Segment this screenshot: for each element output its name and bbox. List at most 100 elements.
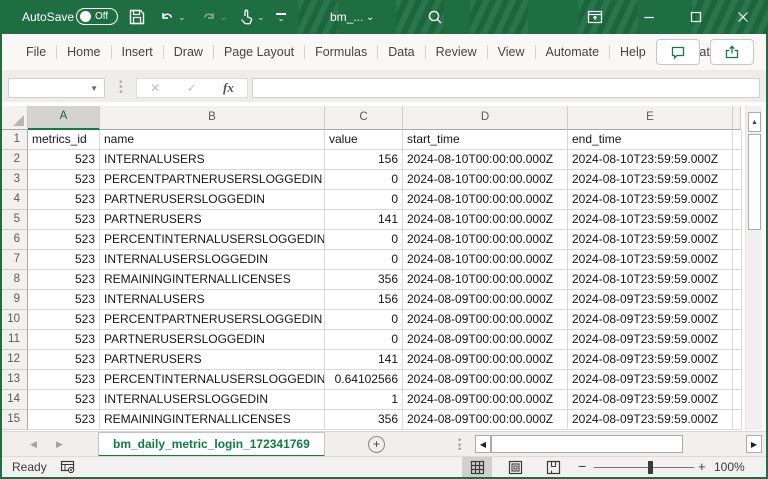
column-header-partial[interactable] xyxy=(733,106,741,130)
share-button[interactable] xyxy=(710,39,754,65)
autosave-toggle[interactable]: Off xyxy=(76,8,118,25)
cell-D11[interactable]: 2024-08-09T00:00:00.000Z xyxy=(403,330,568,350)
cell-C10[interactable]: 0 xyxy=(325,310,403,330)
cell-partial[interactable] xyxy=(733,290,742,310)
cell-D8[interactable]: 2024-08-10T00:00:00.000Z xyxy=(403,270,568,290)
cell-E13[interactable]: 2024-08-09T23:59:59.000Z xyxy=(568,370,733,390)
cell-C8[interactable]: 356 xyxy=(325,270,403,290)
cell-partial[interactable] xyxy=(733,330,742,350)
cell-partial[interactable] xyxy=(733,410,742,430)
page-layout-view-button[interactable] xyxy=(500,457,530,477)
scroll-up-arrow-icon[interactable]: ▲ xyxy=(748,112,761,132)
cell-partial[interactable] xyxy=(733,390,742,410)
cell-partial[interactable] xyxy=(733,150,742,170)
cell-B7[interactable]: INTERNALUSERSLOGGEDIN xyxy=(100,250,325,270)
cell-C13[interactable]: 0.64102566 xyxy=(325,370,403,390)
cell-A3[interactable]: 523 xyxy=(28,170,100,190)
cell-B15[interactable]: REMAININGINTERNALLICENSES xyxy=(100,410,325,430)
file-name[interactable]: bm_... xyxy=(330,0,363,34)
name-box[interactable]: ▼ xyxy=(8,78,105,98)
cell-E4[interactable]: 2024-08-10T23:59:59.000Z xyxy=(568,190,733,210)
cell-D9[interactable]: 2024-08-09T00:00:00.000Z xyxy=(403,290,568,310)
cancel-entry-icon[interactable]: ✕ xyxy=(150,81,160,95)
cell-D1[interactable]: start_time xyxy=(403,130,568,150)
row-header-7[interactable]: 7 xyxy=(2,250,28,270)
cell-partial[interactable] xyxy=(733,370,742,390)
normal-view-button[interactable] xyxy=(462,457,492,477)
menu-tab-help[interactable]: Help xyxy=(610,34,656,70)
column-header-e[interactable]: E xyxy=(568,106,733,130)
column-header-a[interactable]: A xyxy=(28,106,100,130)
zoom-in-button[interactable]: + xyxy=(698,459,706,474)
minimize-button[interactable] xyxy=(632,0,666,34)
row-header-6[interactable]: 6 xyxy=(2,230,28,250)
row-header-2[interactable]: 2 xyxy=(2,150,28,170)
undo-dropdown-chevron-icon[interactable]: ⌄ xyxy=(178,12,186,23)
column-header-d[interactable]: D xyxy=(403,106,568,130)
cell-E1[interactable]: end_time xyxy=(568,130,733,150)
cell-D5[interactable]: 2024-08-10T00:00:00.000Z xyxy=(403,210,568,230)
row-header-8[interactable]: 8 xyxy=(2,270,28,290)
cell-C4[interactable]: 0 xyxy=(325,190,403,210)
touch-mode-dropdown-chevron-icon[interactable]: ⌄ xyxy=(257,12,265,23)
active-sheet-tab[interactable]: bm_daily_metric_login_172341769 xyxy=(98,432,325,457)
scroll-right-arrow-icon[interactable]: ▶ xyxy=(746,435,762,453)
comments-button[interactable] xyxy=(656,39,700,65)
cell-A1[interactable]: metrics_id xyxy=(28,130,100,150)
row-header-11[interactable]: 11 xyxy=(2,330,28,350)
record-macro-button[interactable] xyxy=(60,460,76,474)
customize-quick-access-button[interactable]: ⌄ xyxy=(276,0,286,34)
cell-partial[interactable] xyxy=(733,250,742,270)
cell-E2[interactable]: 2024-08-10T23:59:59.000Z xyxy=(568,150,733,170)
cell-partial[interactable] xyxy=(733,190,742,210)
cell-A7[interactable]: 523 xyxy=(28,250,100,270)
cell-E15[interactable]: 2024-08-09T23:59:59.000Z xyxy=(568,410,733,430)
cell-partial[interactable] xyxy=(733,270,742,290)
cell-D3[interactable]: 2024-08-10T00:00:00.000Z xyxy=(403,170,568,190)
cell-D14[interactable]: 2024-08-09T00:00:00.000Z xyxy=(403,390,568,410)
row-header-12[interactable]: 12 xyxy=(2,350,28,370)
cell-A4[interactable]: 523 xyxy=(28,190,100,210)
menu-tab-automate[interactable]: Automate xyxy=(536,34,610,70)
menu-tab-draw[interactable]: Draw xyxy=(164,34,213,70)
zoom-slider-track[interactable] xyxy=(594,467,694,468)
cell-partial[interactable] xyxy=(733,130,742,150)
column-header-c[interactable]: C xyxy=(325,106,403,130)
redo-button[interactable]: ⌄ xyxy=(200,0,228,34)
horizontal-scrollbar[interactable] xyxy=(491,435,746,453)
cell-E9[interactable]: 2024-08-09T23:59:59.000Z xyxy=(568,290,733,310)
cell-E14[interactable]: 2024-08-09T23:59:59.000Z xyxy=(568,390,733,410)
cell-D12[interactable]: 2024-08-09T00:00:00.000Z xyxy=(403,350,568,370)
cell-C12[interactable]: 141 xyxy=(325,350,403,370)
cell-E10[interactable]: 2024-08-09T23:59:59.000Z xyxy=(568,310,733,330)
select-all-corner[interactable] xyxy=(2,106,28,130)
cell-A8[interactable]: 523 xyxy=(28,270,100,290)
previous-sheet-arrow-icon[interactable]: ◀ xyxy=(30,432,37,457)
cell-A5[interactable]: 523 xyxy=(28,210,100,230)
cell-A13[interactable]: 523 xyxy=(28,370,100,390)
save-button[interactable] xyxy=(128,0,146,34)
cell-B5[interactable]: PARTNERUSERS xyxy=(100,210,325,230)
touch-mouse-mode-button[interactable]: ⌄ xyxy=(237,0,265,34)
menu-tab-file[interactable]: File xyxy=(16,34,56,70)
cell-partial[interactable] xyxy=(733,170,742,190)
cell-E6[interactable]: 2024-08-10T23:59:59.000Z xyxy=(568,230,733,250)
menu-tab-review[interactable]: Review xyxy=(426,34,487,70)
cell-E8[interactable]: 2024-08-10T23:59:59.000Z xyxy=(568,270,733,290)
cell-C1[interactable]: value xyxy=(325,130,403,150)
menu-tab-formulas[interactable]: Formulas xyxy=(305,34,377,70)
cell-E3[interactable]: 2024-08-10T23:59:59.000Z xyxy=(568,170,733,190)
confirm-entry-icon[interactable]: ✓ xyxy=(187,81,197,95)
row-header-3[interactable]: 3 xyxy=(2,170,28,190)
tab-strip-splitter[interactable]: • • • xyxy=(458,436,461,454)
ribbon-display-options-button[interactable] xyxy=(578,0,612,34)
file-name-dropdown-chevron-icon[interactable]: ⌄ xyxy=(366,0,374,34)
cell-C14[interactable]: 1 xyxy=(325,390,403,410)
row-header-9[interactable]: 9 xyxy=(2,290,28,310)
vertical-scrollbar[interactable]: ▲ xyxy=(745,106,762,430)
formula-bar-handle[interactable]: • • • xyxy=(119,78,123,98)
cell-A9[interactable]: 523 xyxy=(28,290,100,310)
undo-button[interactable]: ⌄ xyxy=(158,0,186,34)
cell-B6[interactable]: PERCENTINTERNALUSERSLOGGEDIN xyxy=(100,230,325,250)
cell-A6[interactable]: 523 xyxy=(28,230,100,250)
